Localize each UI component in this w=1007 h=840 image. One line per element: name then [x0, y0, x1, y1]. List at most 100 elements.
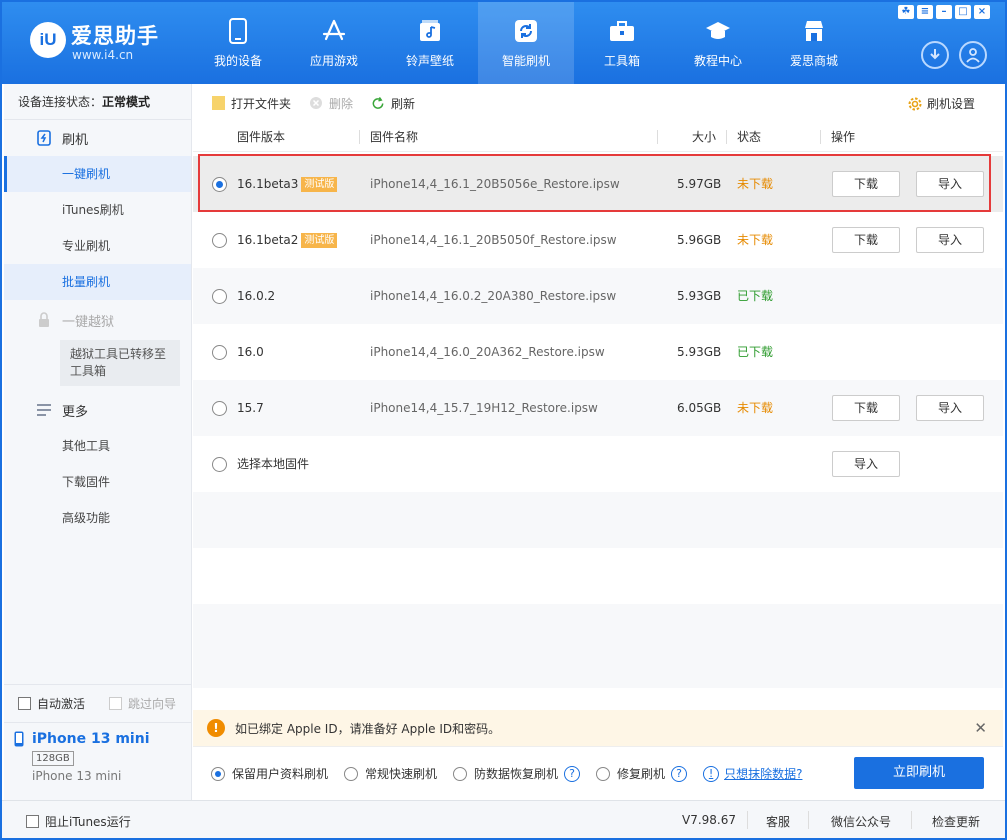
nav-apps-games[interactable]: 应用游戏: [286, 0, 382, 84]
firmware-radio[interactable]: [212, 233, 227, 248]
menu-button[interactable]: ≡: [917, 5, 933, 19]
sidebar-item-other-tools[interactable]: 其他工具: [4, 428, 191, 464]
firmware-status: 已下载: [737, 289, 774, 303]
nav-tutorials[interactable]: 教程中心: [670, 0, 766, 84]
firmware-row[interactable]: 16.0.2 iPhone14,4_16.0.2_20A380_Restore.…: [193, 268, 1003, 324]
header-action: 操作: [831, 130, 856, 144]
quick-flash-option[interactable]: 常规快速刷机: [344, 765, 437, 782]
skip-guide-checkbox[interactable]: [109, 697, 123, 710]
header-divider: [657, 130, 658, 144]
firmware-version: 16.1beta3: [237, 177, 299, 191]
footer-divider: [808, 811, 809, 829]
main-panel: 打开文件夹 删除 刷新 刷机设置 固件版本 固件名称 大小 状态 操作 16.1…: [193, 84, 1003, 800]
sidebar-item-itunes-flash[interactable]: iTunes刷机: [4, 192, 191, 228]
firmware-version: 16.0: [237, 345, 264, 359]
local-firmware-label: 选择本地固件: [237, 457, 310, 471]
firmware-name: iPhone14,4_16.1_20B5050f_Restore.ipsw: [370, 233, 617, 247]
import-button[interactable]: 导入: [916, 171, 984, 197]
download-manager-button[interactable]: [921, 41, 949, 69]
warning-icon: !: [207, 719, 225, 737]
import-button[interactable]: 导入: [916, 395, 984, 421]
firmware-row[interactable]: 16.1beta3 测试版 iPhone14,4_16.1_20B5056e_Re…: [193, 156, 1003, 212]
download-button[interactable]: 下载: [832, 395, 900, 421]
repair-flash-radio[interactable]: [596, 766, 611, 781]
nav-my-device[interactable]: 我的设备: [190, 0, 286, 84]
sidebar-item-download-firmware[interactable]: 下载固件: [4, 464, 191, 500]
check-update-link[interactable]: 检查更新: [932, 813, 980, 830]
local-import-button[interactable]: 导入: [832, 451, 900, 477]
firmware-radio[interactable]: [212, 177, 227, 192]
firmware-version-cell: 16.1beta2 测试版: [237, 212, 338, 268]
window-controls: ☘ ≡ – □ ×: [898, 5, 990, 19]
support-link[interactable]: 客服: [766, 813, 790, 830]
device-model: iPhone 13 mini: [32, 769, 122, 783]
main-nav: 我的设备 应用游戏 铃声壁纸 智能刷机 工具箱 教程中心 爱思商城: [190, 0, 862, 84]
firmware-radio[interactable]: [212, 401, 227, 416]
block-itunes-checkbox[interactable]: [26, 815, 39, 828]
sidebar-bottom: 自动激活 跳过向导 iPhone 13 mini 128GB iPhone 13…: [4, 684, 192, 800]
firmware-status: 未下载: [737, 177, 774, 191]
open-folder-button[interactable]: 打开文件夹: [211, 95, 291, 112]
sidebar-item-advanced[interactable]: 高级功能: [4, 500, 191, 536]
keep-data-option[interactable]: 保留用户资料刷机: [211, 765, 328, 782]
nav-label: 教程中心: [693, 54, 742, 68]
beta-badge: 测试版: [301, 177, 338, 192]
toolbar: 打开文件夹 删除 刷新: [193, 84, 1003, 122]
refresh-button[interactable]: 刷新: [371, 95, 415, 112]
app-url: www.i4.cn: [72, 48, 134, 62]
delete-button[interactable]: 删除: [309, 95, 353, 112]
nav-shop[interactable]: 爱思商城: [766, 0, 862, 84]
shop-icon: [801, 18, 827, 44]
anti-recovery-option[interactable]: 防数据恢复刷机 ?: [453, 765, 581, 782]
import-button[interactable]: 导入: [916, 227, 984, 253]
minimize-button[interactable]: –: [936, 5, 952, 19]
device-info: iPhone 13 mini 128GB iPhone 13 mini: [4, 722, 192, 800]
user-account-button[interactable]: [959, 41, 987, 69]
block-itunes-label: 阻止iTunes运行: [45, 815, 131, 829]
skin-button[interactable]: ☘: [898, 5, 914, 19]
header-divider: [359, 130, 360, 144]
firmware-row[interactable]: 16.1beta2 测试版 iPhone14,4_16.1_20B5050f_Re…: [193, 212, 1003, 268]
sidebar-item-batch-flash[interactable]: 批量刷机: [4, 264, 191, 300]
quick-flash-radio[interactable]: [344, 766, 359, 781]
nav-ringtones[interactable]: 铃声壁纸: [382, 0, 478, 84]
wechat-link[interactable]: 微信公众号: [831, 813, 891, 830]
local-firmware-radio[interactable]: [212, 457, 227, 472]
flash-settings-button[interactable]: 刷机设置: [907, 95, 975, 112]
header-size: 大小: [692, 130, 717, 144]
firmware-size: 5.97GB: [677, 177, 722, 191]
close-button[interactable]: ×: [974, 5, 990, 19]
nav-label: 我的设备: [213, 54, 262, 68]
block-itunes-option[interactable]: 阻止iTunes运行: [26, 813, 131, 830]
nav-smart-flash[interactable]: 智能刷机: [478, 0, 574, 84]
help-icon[interactable]: ?: [564, 765, 581, 782]
delete-label: 删除: [329, 96, 354, 111]
firmware-row[interactable]: 16.0 iPhone14,4_16.0_20A362_Restore.ipsw…: [193, 324, 1003, 380]
footer-divider: [911, 811, 912, 829]
connection-status-label: 设备连接状态：: [18, 95, 103, 109]
firmware-version: 15.7: [237, 401, 264, 415]
app-logo: iU: [30, 22, 66, 58]
status-bar: 阻止iTunes运行 V7.98.67 客服 微信公众号 检查更新: [0, 800, 1007, 840]
flash-now-button[interactable]: 立即刷机: [854, 757, 984, 789]
erase-data-link[interactable]: ! 只想抹除数据?: [703, 765, 802, 782]
firmware-row[interactable]: 15.7 iPhone14,4_15.7_19H12_Restore.ipsw …: [193, 380, 1003, 436]
firmware-radio[interactable]: [212, 289, 227, 304]
download-button[interactable]: 下载: [832, 171, 900, 197]
warning-text: 如已绑定 Apple ID，请准备好 Apple ID和密码。: [235, 721, 501, 736]
repair-flash-option[interactable]: 修复刷机 ?: [596, 765, 688, 782]
maximize-button[interactable]: □: [955, 5, 971, 19]
app-header: iU 爱思助手 www.i4.cn 我的设备 应用游戏 铃声壁纸 智能刷机 工具…: [0, 0, 1007, 84]
local-firmware-row[interactable]: 选择本地固件 导入: [193, 436, 1003, 492]
auto-activate-checkbox[interactable]: [18, 697, 31, 710]
firmware-radio[interactable]: [212, 345, 227, 360]
nav-toolbox[interactable]: 工具箱: [574, 0, 670, 84]
download-button[interactable]: 下载: [832, 227, 900, 253]
anti-recovery-radio[interactable]: [453, 766, 468, 781]
sidebar-item-pro-flash[interactable]: 专业刷机: [4, 228, 191, 264]
list-icon: [36, 402, 52, 418]
help-icon[interactable]: ?: [671, 765, 688, 782]
close-icon[interactable]: ✕: [974, 719, 987, 737]
keep-data-radio[interactable]: [211, 766, 225, 781]
sidebar-item-one-click-flash[interactable]: 一键刷机: [4, 156, 191, 192]
